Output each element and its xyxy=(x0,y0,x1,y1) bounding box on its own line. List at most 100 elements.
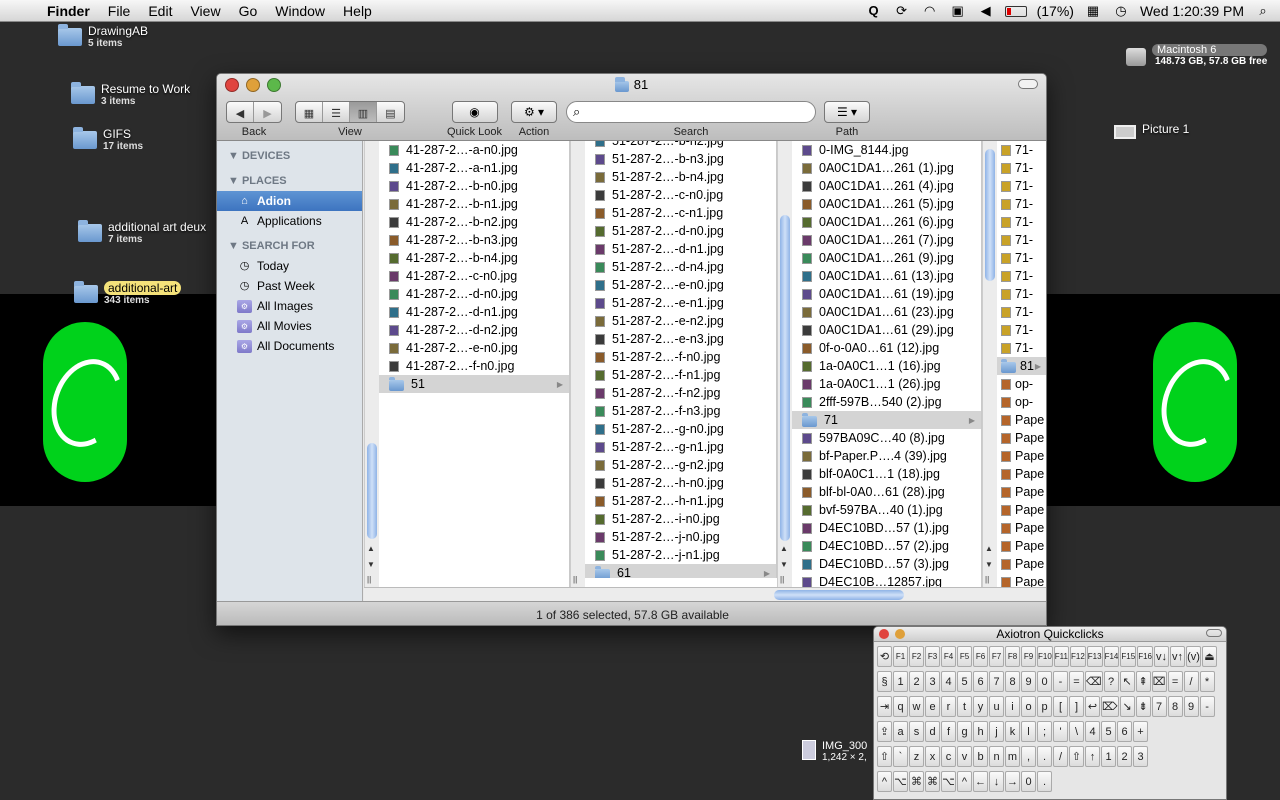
file-item[interactable]: 41-287-2…-d-n1.jpg xyxy=(379,303,569,321)
file-item[interactable]: 51-287-2…-d-n4.jpg xyxy=(585,258,776,276)
sidebar-section-places[interactable]: ▼ PLACES xyxy=(217,170,362,191)
file-item[interactable]: 71- xyxy=(997,213,1046,231)
file-item[interactable]: 51-287-2…-d-n0.jpg xyxy=(585,222,776,240)
menu-help[interactable]: Help xyxy=(334,3,381,19)
file-item[interactable]: 71- xyxy=(997,231,1046,249)
keyboard-key[interactable]: F13 xyxy=(1086,646,1103,667)
toolbar-toggle-button[interactable] xyxy=(1018,79,1038,89)
file-item[interactable]: 41-287-2…-b-n1.jpg xyxy=(379,195,569,213)
desktop-file-img[interactable]: IMG_300 1,242 × 2, xyxy=(802,740,867,763)
column-scrollbar[interactable]: ▲ ▼ || xyxy=(777,141,792,587)
keyboard-key[interactable]: 2 xyxy=(1117,746,1132,767)
scroll-thumb[interactable] xyxy=(774,590,904,600)
keyboard-key[interactable]: 1 xyxy=(1101,746,1116,767)
keyboard-key[interactable]: ' xyxy=(1053,721,1068,742)
keyboard-key[interactable]: l xyxy=(1021,721,1036,742)
sidebar-item-all-documents[interactable]: ⚙ All Documents xyxy=(217,336,362,356)
file-item[interactable]: 51-287-2…-f-n2.jpg xyxy=(585,384,776,402)
file-item[interactable]: 51-287-2…-g-n2.jpg xyxy=(585,456,776,474)
keyboard-key[interactable]: . xyxy=(1037,746,1052,767)
column-scrollbar[interactable]: ▲ ▼ || xyxy=(982,141,997,587)
keyboard-key[interactable]: = xyxy=(1167,671,1183,692)
keyboard-key[interactable]: 9 xyxy=(1021,671,1036,692)
keyboard-key[interactable]: ⇧ xyxy=(1069,746,1084,767)
keyboard-key[interactable]: j xyxy=(989,721,1004,742)
desktop-file-picture-1[interactable]: Picture 1 xyxy=(1114,122,1189,139)
keyboard-key[interactable]: u xyxy=(989,696,1004,717)
file-item[interactable]: 51-287-2…-h-n0.jpg xyxy=(585,474,776,492)
battery-icon[interactable] xyxy=(1004,5,1027,17)
file-item[interactable]: Pape xyxy=(997,555,1046,573)
list-view-button[interactable]: ☰ xyxy=(323,102,350,122)
keyboard-key[interactable]: n xyxy=(989,746,1004,767)
keyboard-key[interactable]: t xyxy=(957,696,972,717)
keyboard-key[interactable]: 0 xyxy=(1037,671,1052,692)
keyboard-key[interactable]: m xyxy=(1005,746,1020,767)
file-item[interactable]: Pape xyxy=(997,429,1046,447)
keyboard-key[interactable]: d xyxy=(925,721,940,742)
menu-go[interactable]: Go xyxy=(230,3,267,19)
keyboard-key[interactable]: § xyxy=(877,671,892,692)
forward-button[interactable]: ▶ xyxy=(254,102,281,122)
file-item[interactable]: Pape xyxy=(997,411,1046,429)
file-item[interactable]: 51-287-2…-e-n0.jpg xyxy=(585,276,776,294)
desktop-drive-macintosh[interactable]: Macintosh 6 148.73 GB, 57.8 GB free xyxy=(1126,44,1268,67)
file-item[interactable]: 0f-o-0A0…61 (12).jpg xyxy=(792,339,981,357)
file-item[interactable]: 71- xyxy=(997,141,1046,159)
keyboard-key[interactable]: F3 xyxy=(925,646,940,667)
file-item[interactable]: 1a-0A0C1…1 (26).jpg xyxy=(792,375,981,393)
keyboard-key[interactable]: 5 xyxy=(1101,721,1116,742)
keyboard-key[interactable]: F4 xyxy=(941,646,956,667)
keyboard-key[interactable]: ↩ xyxy=(1085,696,1100,717)
keyboard-key[interactable]: ⌥ xyxy=(941,771,956,792)
keyboard-key[interactable]: 8 xyxy=(1005,671,1020,692)
file-item[interactable]: 51-287-2…-b-n4.jpg xyxy=(585,168,776,186)
file-item[interactable]: 71- xyxy=(997,321,1046,339)
desktop-folder-additional-art-deux[interactable]: additional art deux 7 items xyxy=(78,220,206,245)
file-item[interactable]: 71- xyxy=(997,267,1046,285)
spaces-icon[interactable]: ▦ xyxy=(1084,4,1102,18)
file-item[interactable]: 0A0C1DA1…61 (29).jpg xyxy=(792,321,981,339)
icon-view-button[interactable]: ▦ xyxy=(296,102,323,122)
sidebar-item-past-week[interactable]: ◷ Past Week xyxy=(217,276,362,296)
keyboard-key[interactable]: ⇥ xyxy=(877,696,892,717)
sidebar-item-adion[interactable]: ⌂ Adion xyxy=(217,191,362,211)
keyboard-key[interactable]: x xyxy=(925,746,940,767)
keyboard-key[interactable]: F11 xyxy=(1053,646,1069,667)
keyboard-key[interactable]: F5 xyxy=(957,646,972,667)
keyboard-key[interactable]: → xyxy=(1005,771,1020,792)
keyboard-key[interactable]: 2 xyxy=(909,671,924,692)
file-item[interactable]: 1a-0A0C1…1 (16).jpg xyxy=(792,357,981,375)
back-button[interactable]: ◀ xyxy=(227,102,254,122)
keyboard-key[interactable]: w xyxy=(909,696,924,717)
file-item[interactable]: D4EC10BD…57 (1).jpg xyxy=(792,519,981,537)
keyboard-key[interactable]: 6 xyxy=(973,671,988,692)
menubar-clock[interactable]: Wed 1:20:39 PM xyxy=(1140,3,1244,19)
keyboard-key[interactable]: g xyxy=(957,721,972,742)
keyboard-key[interactable]: ⌥ xyxy=(893,771,908,792)
keyboard-key[interactable]: a xyxy=(893,721,908,742)
file-item[interactable]: 41-287-2…-f-n0.jpg xyxy=(379,357,569,375)
path-button[interactable]: ☰ ▾ xyxy=(824,101,870,123)
toolbar-toggle-button[interactable] xyxy=(1206,629,1222,637)
desktop-folder-resume-to-work[interactable]: Resume to Work 3 items xyxy=(71,82,190,107)
keyboard-key[interactable]: F12 xyxy=(1070,646,1086,667)
file-item[interactable]: op- xyxy=(997,375,1046,393)
action-button[interactable]: ⚙ ▾ xyxy=(511,101,557,123)
keyboard-key[interactable]: ⌦ xyxy=(1101,696,1119,717)
folder-item[interactable]: 51 xyxy=(379,375,569,393)
minimize-button[interactable] xyxy=(895,629,905,639)
keyboard-key[interactable]: 5 xyxy=(957,671,972,692)
keyboard-key[interactable]: F9 xyxy=(1021,646,1036,667)
file-item[interactable]: 71- xyxy=(997,249,1046,267)
keyboard-key[interactable]: f xyxy=(941,721,956,742)
keyboard-key[interactable]: v xyxy=(957,746,972,767)
search-field[interactable]: ⌕ xyxy=(566,101,816,123)
file-item[interactable]: 71- xyxy=(997,195,1046,213)
file-item[interactable]: 51-287-2…-d-n1.jpg xyxy=(585,240,776,258)
volume-icon[interactable]: ◀ xyxy=(977,4,995,18)
file-item[interactable]: 0A0C1DA1…261 (7).jpg xyxy=(792,231,981,249)
file-item[interactable]: 41-287-2…-b-n3.jpg xyxy=(379,231,569,249)
file-item[interactable]: op- xyxy=(997,393,1046,411)
column-view-button[interactable]: ▥ xyxy=(350,102,377,122)
